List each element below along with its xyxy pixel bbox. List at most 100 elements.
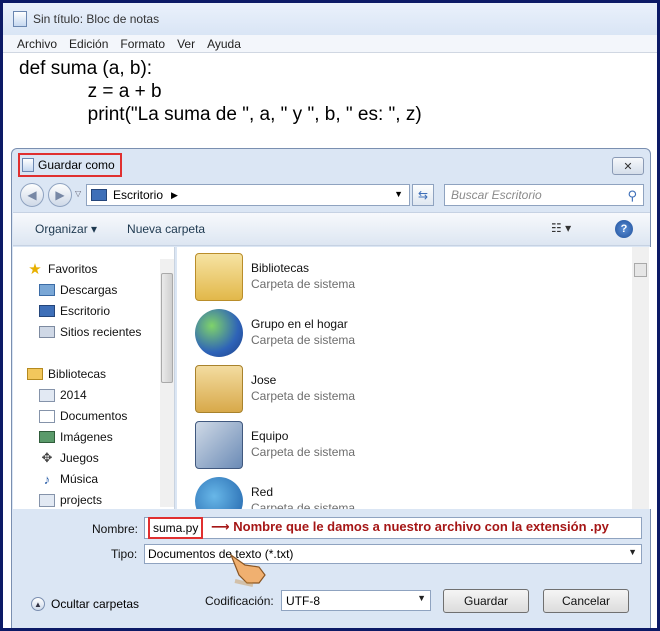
filename-label: Nombre:: [92, 522, 139, 536]
chevron-down-icon: ▼: [417, 593, 426, 603]
menu-ayuda[interactable]: Ayuda: [207, 37, 241, 51]
notepad-editor[interactable]: def suma (a, b): z = a + b print("La sum…: [19, 57, 422, 126]
nav-item-2014[interactable]: 2014: [39, 388, 87, 402]
filename-annotation: ⟶ Nombre que le damos a nuestro archivo …: [211, 519, 609, 535]
back-button[interactable]: ◀: [20, 183, 44, 207]
breadcrumb-arrow-icon[interactable]: ▶: [171, 190, 178, 201]
libraries-folder-icon: [195, 253, 243, 301]
item-type: Carpeta de sistema: [251, 501, 356, 509]
forward-button[interactable]: ▶: [48, 183, 72, 207]
scroll-thumb[interactable]: [161, 273, 173, 383]
documents-icon: [39, 409, 55, 423]
menu-archivo[interactable]: Archivo: [17, 37, 57, 51]
code-line: print("La suma de ", a, " y ", b, " es: …: [19, 104, 422, 125]
nav-item-sitios-recientes[interactable]: Sitios recientes: [39, 325, 141, 339]
file-type-value: Documentos de texto (*.txt): [148, 547, 294, 561]
dialog-title-highlight: Guardar como: [18, 153, 122, 177]
desktop-icon: [39, 305, 55, 317]
notepad-titlebar: Sin título: Bloc de notas: [3, 3, 657, 35]
forward-arrow-icon: ▶: [55, 188, 65, 202]
pictures-icon: [39, 431, 55, 443]
list-item[interactable]: Bibliotecas Carpeta de sistema: [195, 253, 495, 305]
dialog-toolbar: Organizar ▾ Nueva carpeta ☷ ▾ ?: [13, 212, 650, 246]
content-scrollbar[interactable]: [632, 247, 649, 509]
library-folder-icon: [39, 493, 55, 507]
nav-label: Favoritos: [48, 262, 98, 276]
hide-folders-button[interactable]: ▲ Ocultar carpetas: [31, 597, 139, 611]
nav-bibliotecas[interactable]: Bibliotecas: [27, 367, 106, 381]
save-as-dialog: Guardar como ✕ ◀ ▶ ▽ Escritorio ▶ ▼ ⇆ Bu…: [11, 148, 651, 628]
list-item[interactable]: Equipo Carpeta de sistema: [195, 421, 495, 473]
address-bar[interactable]: Escritorio ▶ ▼: [86, 184, 410, 206]
nav-item-imagenes[interactable]: Imágenes: [39, 430, 113, 444]
search-icon: ⚲: [627, 188, 637, 203]
close-button[interactable]: ✕: [612, 157, 644, 175]
item-type: Carpeta de sistema: [251, 277, 356, 291]
list-item[interactable]: Red Carpeta de sistema: [195, 477, 495, 509]
search-placeholder: Buscar Escritorio: [451, 188, 542, 202]
hide-folders-label: Ocultar carpetas: [51, 597, 140, 611]
nav-item-descargas[interactable]: Descargas: [39, 283, 117, 297]
address-dropdown-icon[interactable]: ▼: [394, 189, 403, 199]
nav-item-escritorio[interactable]: Escritorio: [39, 304, 110, 318]
menu-edicion[interactable]: Edición: [69, 37, 108, 51]
nav-item-juegos[interactable]: ✥ Juegos: [39, 450, 99, 465]
recent-locations-icon[interactable]: ▽: [75, 189, 81, 198]
menu-ver[interactable]: Ver: [177, 37, 195, 51]
list-item[interactable]: Grupo en el hogar Carpeta de sistema: [195, 309, 495, 361]
filename-value: suma.py: [153, 521, 199, 535]
encoding-label: Codificación:: [205, 594, 274, 608]
list-item[interactable]: Jose Carpeta de sistema: [195, 365, 495, 417]
item-name: Grupo en el hogar: [251, 317, 348, 331]
user-folder-icon: [195, 365, 243, 413]
recent-places-icon: [39, 326, 55, 338]
screenshot-frame: Sin título: Bloc de notas Archivo Edició…: [0, 0, 660, 631]
nav-item-musica[interactable]: ♪ Música: [39, 471, 99, 487]
view-options-icon[interactable]: ☷ ▾: [551, 221, 571, 235]
nav-label: Descargas: [60, 283, 118, 297]
code-line: z = a + b: [19, 81, 162, 102]
organize-button[interactable]: Organizar ▾: [35, 222, 97, 236]
annotation-text: Nombre que le damos a nuestro archivo co…: [233, 519, 609, 534]
file-type-select[interactable]: Documentos de texto (*.txt) ▼: [144, 544, 642, 564]
downloads-folder-icon: [39, 284, 55, 296]
notepad-menubar: Archivo Edición Formato Ver Ayuda: [3, 35, 657, 53]
type-label: Tipo:: [111, 547, 138, 561]
save-options-panel: Nombre: suma.py ⟶ Nombre que le damos a …: [13, 509, 650, 628]
nav-item-documentos[interactable]: Documentos: [39, 409, 127, 423]
libraries-icon: [27, 368, 43, 380]
nav-label: Música: [60, 472, 99, 486]
desktop-folder-icon: [91, 189, 107, 201]
nav-favorites[interactable]: ★ Favoritos: [27, 261, 98, 278]
dialog-title: Guardar como: [38, 158, 115, 172]
save-button[interactable]: Guardar: [443, 589, 529, 613]
back-arrow-icon: ◀: [27, 188, 37, 202]
nav-label: 2014: [60, 388, 87, 402]
help-icon[interactable]: ?: [615, 220, 633, 238]
file-list: Bibliotecas Carpeta de sistema Grupo en …: [177, 247, 651, 509]
homegroup-icon: [195, 309, 243, 357]
menu-formato[interactable]: Formato: [120, 37, 165, 51]
new-folder-button[interactable]: Nueva carpeta: [127, 222, 205, 236]
chevron-down-icon: ▼: [628, 547, 637, 557]
computer-icon: [195, 421, 243, 469]
nav-label: Escritorio: [60, 304, 111, 318]
nav-label: Documentos: [60, 409, 128, 423]
search-input[interactable]: Buscar Escritorio ⚲: [444, 184, 644, 206]
nav-item-projects[interactable]: projects: [39, 493, 102, 507]
item-name: Jose: [251, 373, 277, 387]
chevron-up-icon: ▲: [31, 597, 45, 611]
encoding-value: UTF-8: [286, 593, 320, 608]
nav-scrollbar[interactable]: [160, 259, 174, 507]
pointer-hand-icon: [229, 553, 266, 587]
music-icon: ♪: [43, 471, 51, 487]
refresh-button[interactable]: ⇆: [412, 184, 434, 206]
dialog-titlebar: Guardar como: [18, 152, 640, 178]
scroll-thumb[interactable]: [634, 263, 647, 277]
annotation-arrow-icon: ⟶: [211, 519, 234, 534]
encoding-select[interactable]: UTF-8 ▼: [281, 590, 431, 611]
cancel-button[interactable]: Cancelar: [543, 589, 629, 613]
save-dialog-icon: [22, 158, 34, 172]
nav-label: Juegos: [60, 451, 99, 465]
close-icon: ✕: [623, 160, 633, 173]
